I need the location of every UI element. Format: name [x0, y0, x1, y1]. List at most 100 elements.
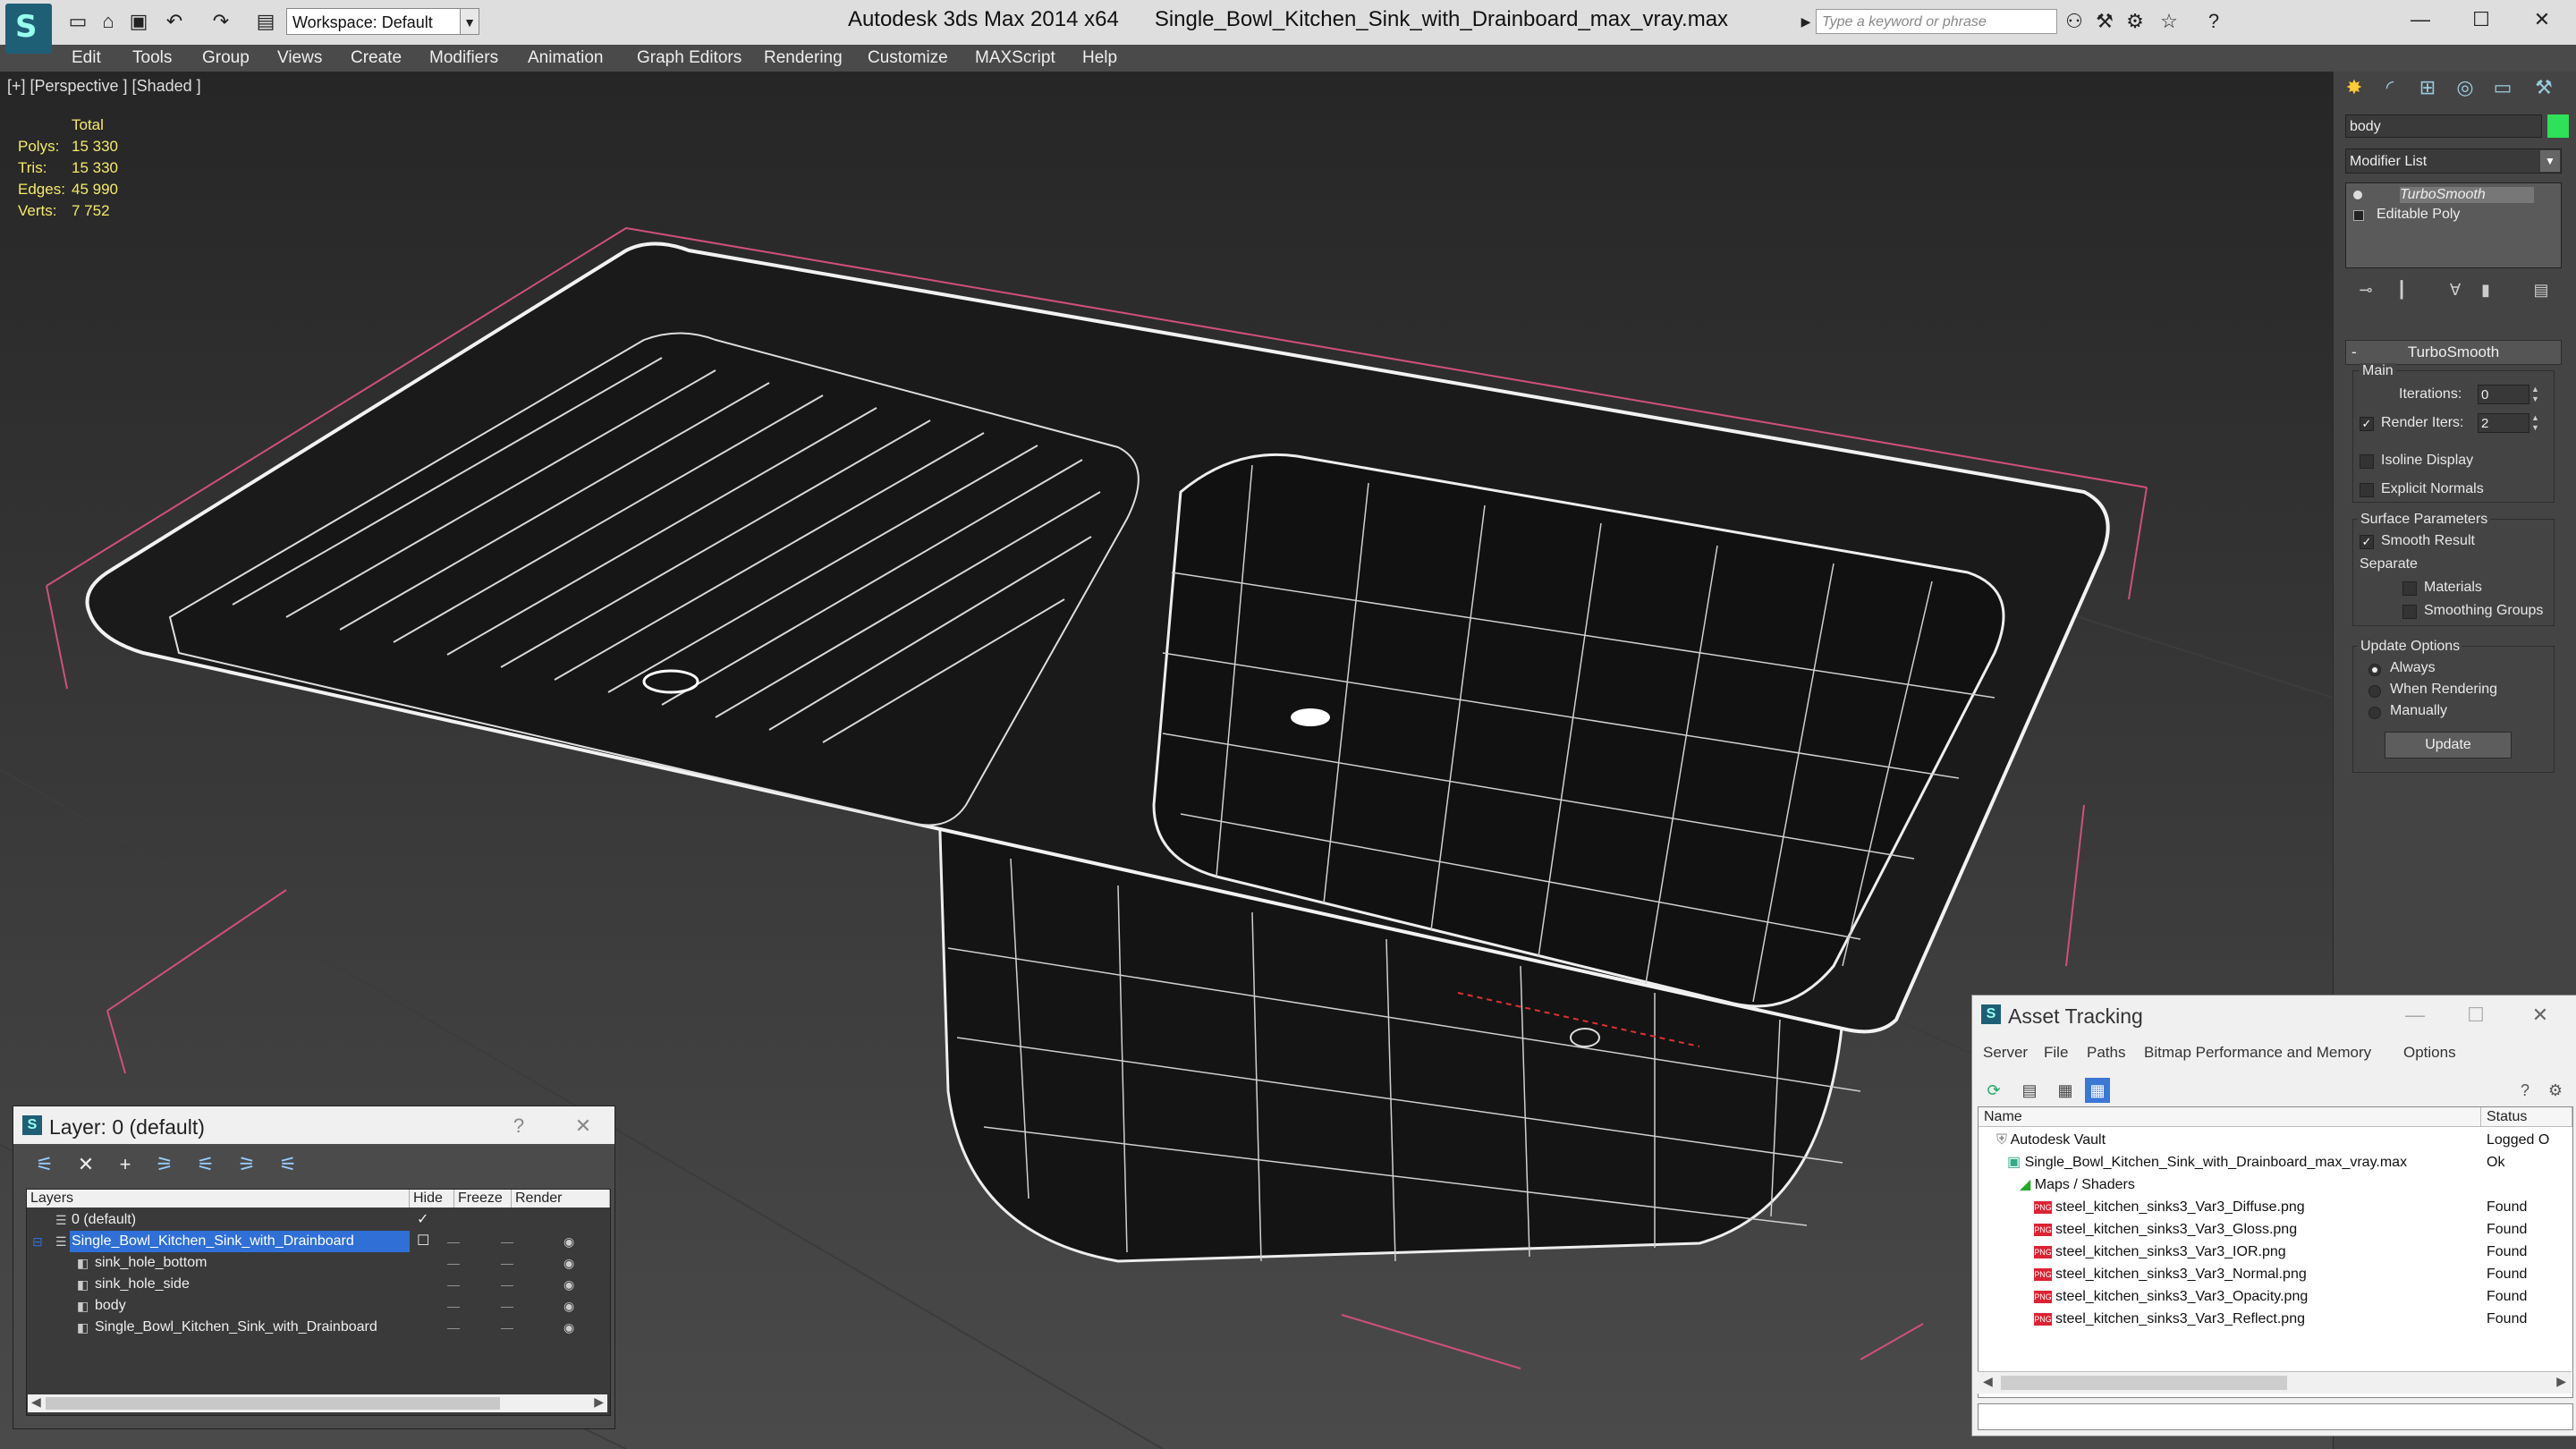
menu-create[interactable]: Create: [351, 48, 402, 68]
menu-maxscript[interactable]: MAXScript: [975, 48, 1055, 68]
scroll-thumb[interactable]: [46, 1397, 500, 1410]
hierarchy-tab-icon[interactable]: ⊞: [2411, 73, 2444, 102]
menu-animation[interactable]: Animation: [528, 48, 604, 68]
maximize-icon[interactable]: ☐: [2454, 4, 2508, 36]
expand-icon[interactable]: [2353, 210, 2364, 221]
layer-row[interactable]: ◧ sink_hole_side — — ◉: [27, 1274, 608, 1295]
asset-row[interactable]: PNG steel_kitchen_sinks3_Var3_Diffuse.png…: [1979, 1196, 2572, 1218]
menu-customize[interactable]: Customize: [868, 48, 948, 68]
help-icon[interactable]: ?: [2512, 1078, 2538, 1103]
communication-icon[interactable]: ⚙: [2122, 9, 2148, 34]
set-current-box-icon[interactable]: ☐: [417, 1231, 429, 1252]
asset-row[interactable]: ▣ Single_Bowl_Kitchen_Sink_with_Drainboa…: [1979, 1151, 2572, 1174]
menu-help[interactable]: Help: [1082, 48, 1117, 68]
stack-item-editable-poly[interactable]: Editable Poly: [2377, 207, 2460, 223]
update-button[interactable]: Update: [2385, 732, 2512, 758]
workspace-dropdown[interactable]: Workspace: Default: [286, 8, 472, 35]
layer-manager-icon[interactable]: ⚟: [31, 1151, 58, 1178]
modifier-list-dropdown[interactable]: Modifier List: [2345, 148, 2562, 174]
maximize-icon[interactable]: ☐: [2462, 1003, 2489, 1028]
close-icon[interactable]: ✕: [570, 1114, 597, 1139]
asset-row[interactable]: ⛨ Autodesk Vault Logged O: [1979, 1129, 2572, 1151]
freeze-toggle[interactable]: —: [501, 1274, 519, 1295]
minimize-icon[interactable]: —: [2402, 1003, 2428, 1028]
binoculars-icon[interactable]: ⚇: [2061, 9, 2088, 34]
menu-tools[interactable]: Tools: [132, 48, 172, 68]
hide-toggle[interactable]: —: [447, 1295, 465, 1317]
subscription-icon[interactable]: ⚒: [2091, 9, 2118, 34]
close-icon[interactable]: ✕: [2515, 4, 2569, 36]
smoothing-groups-checkbox[interactable]: [2402, 605, 2417, 619]
settings-icon[interactable]: ⚙: [2543, 1078, 2568, 1103]
menu-file[interactable]: File: [2044, 1044, 2068, 1062]
make-unique-icon[interactable]: ∀: [2442, 277, 2469, 302]
lightbulb-icon[interactable]: [2353, 191, 2362, 199]
motion-tab-icon[interactable]: ◎: [2449, 73, 2481, 102]
col-render[interactable]: Render: [512, 1190, 610, 1208]
layer-row[interactable]: ◧ body — — ◉: [27, 1295, 608, 1317]
radio-always[interactable]: [2368, 664, 2381, 676]
redo-icon[interactable]: ↷: [208, 9, 234, 34]
menu-group[interactable]: Group: [202, 48, 250, 68]
hide-toggle[interactable]: —: [447, 1274, 465, 1295]
asset-row[interactable]: PNG steel_kitchen_sinks3_Var3_IOR.png Fou…: [1979, 1241, 2572, 1263]
menu-edit[interactable]: Edit: [72, 48, 101, 68]
list-view-icon[interactable]: ▤: [2017, 1078, 2042, 1103]
remove-modifier-icon[interactable]: ▮: [2472, 277, 2499, 302]
render-teapot-icon[interactable]: ◉: [564, 1317, 578, 1338]
add-to-layer-icon[interactable]: ⚞: [151, 1151, 178, 1178]
layer-horizontal-scrollbar[interactable]: ◀ ▶: [28, 1394, 607, 1412]
open-file-icon[interactable]: ⌂: [95, 9, 122, 34]
render-teapot-icon[interactable]: ◉: [564, 1274, 578, 1295]
asset-row[interactable]: PNG steel_kitchen_sinks3_Var3_Reflect.png…: [1979, 1308, 2572, 1330]
app-logo[interactable]: S: [5, 4, 52, 54]
select-in-layer-icon[interactable]: ⚟: [192, 1151, 219, 1178]
render-iters-checkbox[interactable]: ✓: [2360, 417, 2374, 431]
hide-toggle[interactable]: —: [447, 1317, 465, 1338]
menu-options[interactable]: Options: [2403, 1044, 2456, 1062]
viewport-label[interactable]: [+] [Perspective ] [Shaded ]: [7, 77, 201, 96]
rollout-turbosmooth[interactable]: - TurboSmooth: [2345, 340, 2562, 365]
explicit-normals-checkbox[interactable]: [2360, 483, 2374, 497]
layer-row[interactable]: ◧ Single_Bowl_Kitchen_Sink_with_Drainboa…: [27, 1317, 608, 1338]
menu-bitmap-performance[interactable]: Bitmap Performance and Memory: [2144, 1044, 2371, 1062]
col-layers[interactable]: Layers: [27, 1190, 410, 1208]
col-hide[interactable]: Hide: [410, 1190, 454, 1208]
help-icon[interactable]: ?: [505, 1114, 532, 1139]
hide-toggle[interactable]: —: [447, 1252, 465, 1274]
freeze-toggle[interactable]: —: [501, 1252, 519, 1274]
modify-tab-icon[interactable]: ◜: [2374, 73, 2406, 102]
minimize-icon[interactable]: —: [2394, 4, 2447, 36]
asset-row[interactable]: PNG steel_kitchen_sinks3_Var3_Opacity.png…: [1979, 1285, 2572, 1308]
asset-row[interactable]: PNG steel_kitchen_sinks3_Var3_Normal.png …: [1979, 1263, 2572, 1285]
menu-rendering[interactable]: Rendering: [764, 48, 843, 68]
utilities-tab-icon[interactable]: ⚒: [2528, 73, 2560, 102]
table-view-icon[interactable]: ▦: [2085, 1078, 2110, 1103]
asset-row[interactable]: PNG steel_kitchen_sinks3_Var3_Gloss.png F…: [1979, 1218, 2572, 1241]
pin-stack-icon[interactable]: ⊸: [2352, 277, 2379, 302]
scroll-left-icon[interactable]: ◀: [31, 1394, 41, 1410]
freeze-toggle[interactable]: —: [501, 1295, 519, 1317]
create-tab-icon[interactable]: ✸: [2338, 73, 2370, 102]
object-color-swatch[interactable]: [2547, 114, 2569, 138]
menu-modifiers[interactable]: Modifiers: [429, 48, 498, 68]
tree-view-icon[interactable]: ▦: [2053, 1078, 2078, 1103]
menu-paths[interactable]: Paths: [2087, 1044, 2125, 1062]
object-name-field[interactable]: body: [2345, 114, 2542, 138]
project-folder-icon[interactable]: ▤: [252, 9, 279, 34]
layer-row[interactable]: ⊟ ☰ Single_Bowl_Kitchen_Sink_with_Drainb…: [27, 1231, 608, 1252]
menu-server[interactable]: Server: [1983, 1044, 2028, 1062]
radio-when-rendering[interactable]: [2368, 685, 2381, 698]
layer-dialog-titlebar[interactable]: S Layer: 0 (default) ? ✕: [13, 1106, 614, 1144]
spinner-arrows-icon[interactable]: ▲ ▼: [2531, 413, 2540, 433]
close-icon[interactable]: ✕: [2527, 1003, 2554, 1028]
render-teapot-icon[interactable]: ◉: [564, 1252, 578, 1274]
current-layer-check-icon[interactable]: ✓: [417, 1209, 428, 1231]
col-status[interactable]: Status: [2481, 1107, 2572, 1127]
radio-manually[interactable]: [2368, 707, 2381, 719]
hide-all-icon[interactable]: ⚟: [275, 1151, 301, 1178]
create-layer-icon[interactable]: +: [112, 1151, 139, 1178]
layer-row[interactable]: ☰ 0 (default) ✓: [27, 1209, 608, 1231]
col-freeze[interactable]: Freeze: [454, 1190, 512, 1208]
menu-views[interactable]: Views: [277, 48, 322, 68]
